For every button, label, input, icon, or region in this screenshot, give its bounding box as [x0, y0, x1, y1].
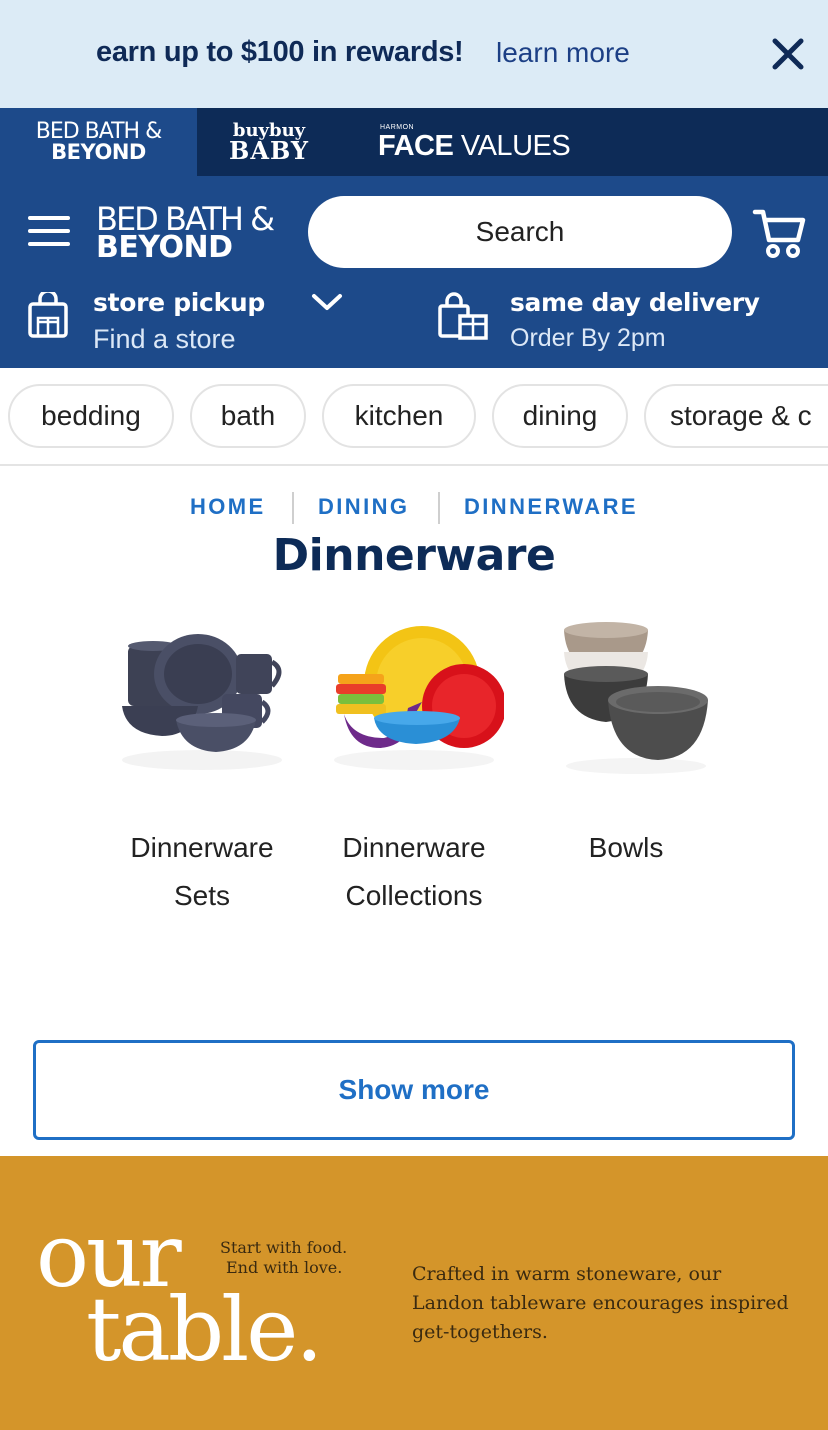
bowls-image: [564, 622, 708, 774]
breadcrumb: HOME DINING DINNERWARE: [0, 492, 828, 526]
tile-label: Bowls: [516, 824, 736, 872]
dinnerware-sets-image: [122, 634, 282, 770]
banner-tagline-1: Start with food.: [220, 1238, 348, 1257]
learn-more-link[interactable]: learn more: [496, 37, 630, 69]
category-chip-bedding[interactable]: bedding: [8, 384, 174, 448]
tile-label-line2: Collections: [345, 880, 483, 911]
brand-switcher: BED BATH & BEYOND buybuy BABY HARMON FAC…: [0, 108, 828, 176]
banner-copy: Crafted in warm stoneware, our Landon ta…: [412, 1263, 789, 1343]
menu-icon[interactable]: [28, 216, 70, 250]
page-title: Dinnerware: [272, 530, 556, 581]
brand-bbb-line2: BEYOND: [51, 140, 146, 164]
show-more-button[interactable]: Show more: [33, 1040, 795, 1140]
category-chip-dining[interactable]: dining: [492, 384, 628, 448]
breadcrumb-dinnerware[interactable]: DINNERWARE: [464, 494, 638, 520]
breadcrumb-separator: [292, 492, 294, 524]
breadcrumb-separator: [438, 492, 440, 524]
banner-logo-table: table.: [86, 1278, 323, 1381]
category-chip-storage[interactable]: storage & c: [644, 384, 828, 448]
brand-face-rest: VALUES: [453, 130, 571, 162]
brand-bed-bath-beyond[interactable]: BED BATH & BEYOND: [0, 108, 197, 176]
tile-label-line1: Dinnerware: [342, 832, 486, 863]
promo-bar: earn up to $100 in rewards! learn more: [0, 0, 828, 108]
menu-line: [28, 242, 70, 246]
menu-line: [28, 216, 70, 220]
tile-label-line1: Bowls: [588, 832, 664, 863]
brand-bbb-line1: BED BATH &: [35, 119, 162, 144]
brand-buybuy-baby[interactable]: buybuy BABY: [222, 108, 316, 176]
site-header: BED BATH & BEYOND store pickup Find a st…: [0, 176, 828, 368]
category-chip-bath[interactable]: bath: [190, 384, 306, 448]
category-chips: bedding bath kitchen dining storage & c: [0, 368, 828, 466]
same-day-delivery[interactable]: same day delivery Order By 2pm: [436, 288, 816, 352]
tile-label: Dinnerware Collections: [304, 824, 524, 920]
menu-line: [28, 229, 70, 233]
category-chip-kitchen[interactable]: kitchen: [322, 384, 476, 448]
tile-label-line2: Sets: [173, 880, 231, 911]
brand-baby-line2: BABY: [229, 136, 309, 165]
our-table-banner[interactable]: our table. Start with food. End with lov…: [0, 1156, 828, 1430]
promo-text: earn up to $100 in rewards!: [96, 36, 464, 68]
brand-face-wordmark: FACE VALUES: [378, 130, 571, 162]
store-bag-icon: [28, 292, 68, 338]
brand-face-values[interactable]: HARMON FACE VALUES: [378, 108, 578, 176]
cart-icon[interactable]: [752, 206, 808, 262]
dinnerware-collections-image: [334, 626, 504, 770]
tile-label: Dinnerware Sets: [92, 824, 312, 920]
close-icon[interactable]: [766, 32, 810, 76]
chevron-down-icon: [312, 294, 342, 310]
tile-label-line1: Dinnerware: [130, 832, 274, 863]
delivery-bag-icon: [438, 292, 488, 340]
find-a-store-link: Find a store: [93, 324, 236, 354]
same-day-delivery-title: same day delivery: [510, 288, 760, 317]
breadcrumb-home[interactable]: HOME: [190, 494, 266, 520]
store-pickup-selector[interactable]: store pickup Find a store: [28, 288, 408, 354]
order-by-text: Order By 2pm: [510, 324, 666, 352]
store-pickup-title: store pickup: [93, 288, 265, 317]
banner-tagline-2: End with love.: [226, 1258, 343, 1277]
breadcrumb-dining[interactable]: DINING: [318, 494, 409, 520]
brand-face-bold: FACE: [378, 130, 454, 162]
site-logo[interactable]: BED BATH & BEYOND: [96, 203, 275, 265]
logo-line2: BEYOND: [96, 230, 233, 265]
search-input[interactable]: [308, 196, 732, 268]
